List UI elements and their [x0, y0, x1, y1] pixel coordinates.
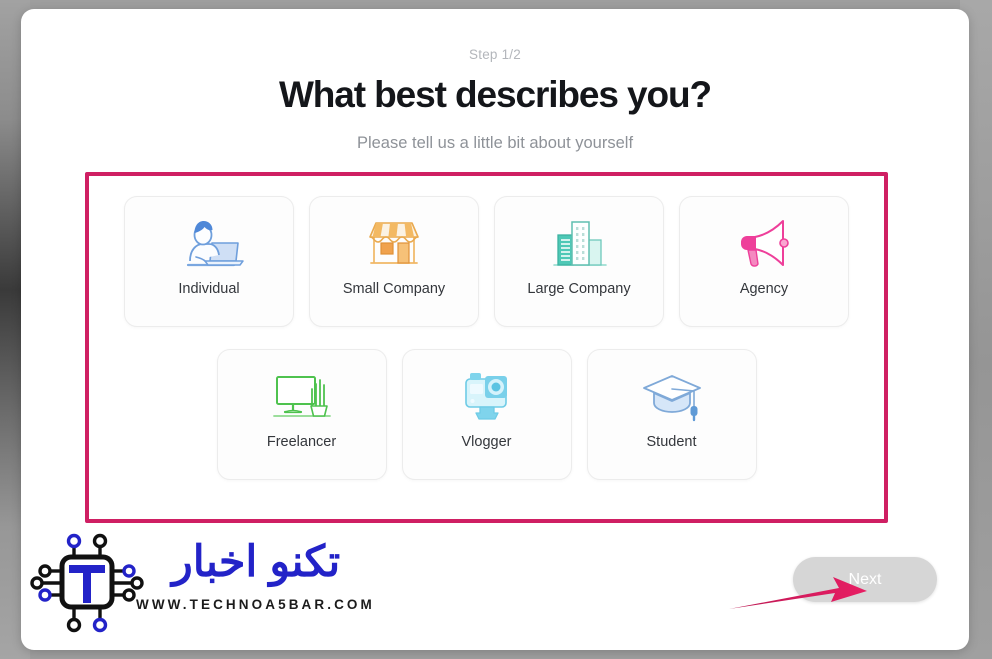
- option-card-individual[interactable]: Individual: [124, 196, 294, 327]
- option-label-individual: Individual: [178, 281, 240, 297]
- option-label-freelancer: Freelancer: [266, 434, 337, 450]
- action-camera-icon: [458, 356, 516, 434]
- options-grid: Individual Small Company Large Company A…: [85, 172, 888, 523]
- monitor-plant-icon: [268, 356, 336, 434]
- office-buildings-icon: [548, 203, 610, 281]
- option-card-small-company[interactable]: Small Company: [309, 196, 479, 327]
- option-label-student: Student: [646, 434, 697, 450]
- option-card-agency[interactable]: Agency: [679, 196, 849, 327]
- graduation-cap-icon: [639, 356, 705, 434]
- megaphone-icon: [731, 203, 797, 281]
- shop-storefront-icon: [361, 203, 427, 281]
- option-card-student[interactable]: Student: [586, 349, 757, 480]
- option-card-freelancer[interactable]: Freelancer: [216, 349, 387, 480]
- step-indicator: Step 1/2: [469, 47, 521, 62]
- options-row-1: Individual Small Company Large Company A…: [85, 196, 888, 327]
- onboarding-card: Step 1/2 What best describes you? Please…: [21, 9, 969, 650]
- option-label-agency: Agency: [739, 281, 789, 297]
- option-label-vlogger: Vlogger: [461, 434, 512, 450]
- person-laptop-icon: [174, 203, 244, 281]
- options-row-2: Freelancer Vlogger Student: [85, 349, 888, 480]
- page-title: What best describes you?: [278, 74, 712, 115]
- option-card-vlogger[interactable]: Vlogger: [401, 349, 572, 480]
- option-label-small-company: Small Company: [342, 281, 446, 297]
- next-button[interactable]: Next: [793, 557, 937, 602]
- option-label-large-company: Large Company: [527, 281, 631, 297]
- page-subtitle: Please tell us a little bit about yourse…: [356, 134, 634, 152]
- option-card-large-company[interactable]: Large Company: [494, 196, 664, 327]
